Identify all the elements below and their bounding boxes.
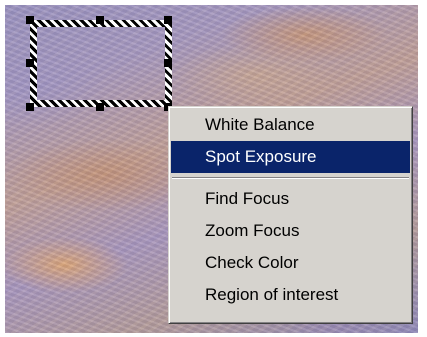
menu-item-label: Region of interest: [205, 285, 339, 304]
menu-item-zoom-focus[interactable]: Zoom Focus: [171, 215, 410, 247]
menu-item-check-color[interactable]: Check Color: [171, 247, 410, 279]
resize-handle-bottom[interactable]: [96, 103, 104, 111]
selection-rectangle[interactable]: [30, 20, 172, 107]
camera-image-view[interactable]: White Balance Spot Exposure Find Focus Z…: [5, 5, 418, 333]
menu-item-white-balance[interactable]: White Balance: [171, 109, 410, 141]
app-frame: White Balance Spot Exposure Find Focus Z…: [0, 0, 427, 337]
resize-handle-bottom-left[interactable]: [26, 103, 34, 111]
menu-item-label: Check Color: [205, 253, 299, 272]
menu-item-label: Zoom Focus: [205, 221, 300, 240]
menu-item-find-focus[interactable]: Find Focus: [171, 183, 410, 215]
context-menu: White Balance Spot Exposure Find Focus Z…: [168, 106, 413, 324]
menu-item-label: Find Focus: [205, 189, 290, 208]
menu-item-label: White Balance: [205, 115, 315, 134]
menu-item-region-of-interest[interactable]: Region of interest: [171, 279, 410, 311]
menu-item-spot-exposure[interactable]: Spot Exposure: [171, 141, 410, 173]
resize-handle-right[interactable]: [164, 59, 172, 67]
resize-handle-left[interactable]: [26, 59, 34, 67]
resize-handle-top[interactable]: [96, 16, 104, 24]
menu-item-label: Spot Exposure: [205, 147, 317, 166]
menu-separator: [171, 173, 410, 183]
resize-handle-top-right[interactable]: [164, 16, 172, 24]
resize-handle-top-left[interactable]: [26, 16, 34, 24]
